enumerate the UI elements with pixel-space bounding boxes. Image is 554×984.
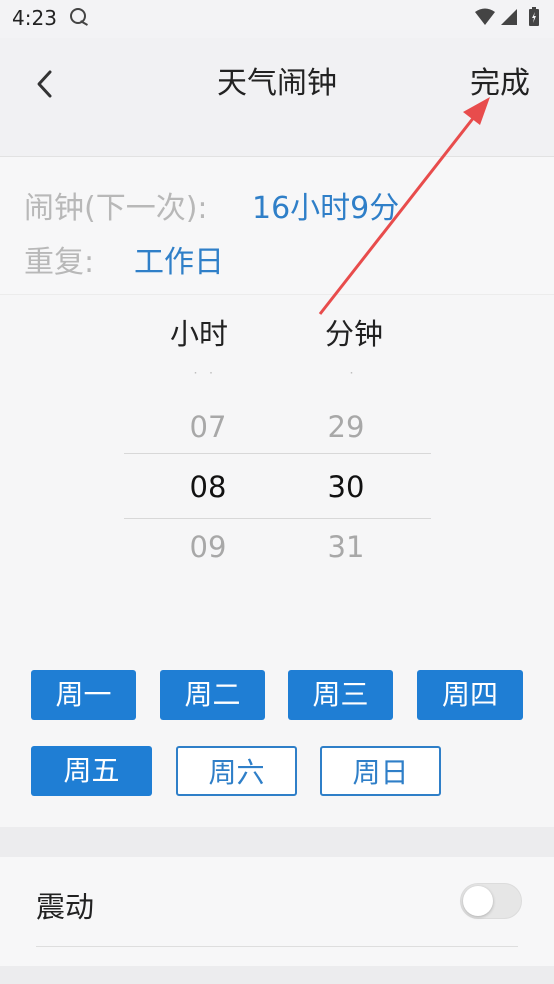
hour-option-selected[interactable]: 08 [168, 470, 248, 504]
minute-option-prev[interactable]: 29 [306, 410, 386, 444]
app-bar: 天气闹钟 完成 [0, 38, 554, 157]
toggle-knob [463, 886, 493, 916]
next-alarm-label: 闹钟(下一次): [24, 191, 208, 226]
weekday-selector: 周一 周二 周三 周四 周五 周六 周日 [0, 655, 554, 827]
weekday-wed[interactable]: 周三 [288, 670, 393, 720]
picker-selection-bottom-line [124, 518, 431, 519]
next-alarm-value: 16小时9分 [252, 191, 400, 226]
vibration-row: 震动 [0, 857, 554, 984]
hour-column-header: 小时 [170, 317, 229, 351]
signal-icon [501, 9, 517, 25]
vibration-label: 震动 [36, 890, 95, 924]
section-divider [0, 827, 554, 857]
minute-option-next[interactable]: 31 [306, 530, 386, 564]
row-divider [36, 946, 518, 947]
weekday-sun[interactable]: 周日 [320, 746, 441, 796]
picker-selection-top-line [124, 453, 431, 454]
weekday-tue[interactable]: 周二 [160, 670, 265, 720]
done-button[interactable]: 完成 [470, 58, 530, 102]
weekday-thu[interactable]: 周四 [417, 670, 523, 720]
wifi-icon [475, 8, 495, 25]
minute-column-header: 分钟 [325, 317, 384, 351]
battery-charging-icon [529, 7, 539, 26]
next-alarm-row: 闹钟(下一次): 16小时9分 [24, 183, 399, 227]
repeat-row[interactable]: 重复: 工作日 [24, 237, 224, 281]
hour-scroll-fade: ˙ ˙ [192, 371, 217, 387]
repeat-label: 重复: [24, 245, 95, 280]
repeat-value[interactable]: 工作日 [134, 237, 224, 281]
status-time: 4:23 [12, 6, 57, 30]
weekday-fri[interactable]: 周五 [31, 746, 152, 796]
notification-icon [70, 8, 86, 24]
bottom-strip [0, 966, 554, 984]
weekday-mon[interactable]: 周一 [31, 670, 136, 720]
vibration-toggle[interactable] [460, 883, 522, 919]
hour-option-prev[interactable]: 07 [168, 410, 248, 444]
status-bar: 4:23 [0, 0, 554, 38]
alarm-info-section: 闹钟(下一次): 16小时9分 重复: 工作日 [0, 157, 554, 295]
hour-option-next[interactable]: 09 [168, 530, 248, 564]
time-picker[interactable]: 小时 分钟 ˙ ˙ ˙ 07 08 09 29 30 31 [0, 295, 554, 655]
weekday-sat[interactable]: 周六 [176, 746, 297, 796]
minute-scroll-fade: ˙ [348, 371, 357, 387]
minute-option-selected[interactable]: 30 [306, 470, 386, 504]
